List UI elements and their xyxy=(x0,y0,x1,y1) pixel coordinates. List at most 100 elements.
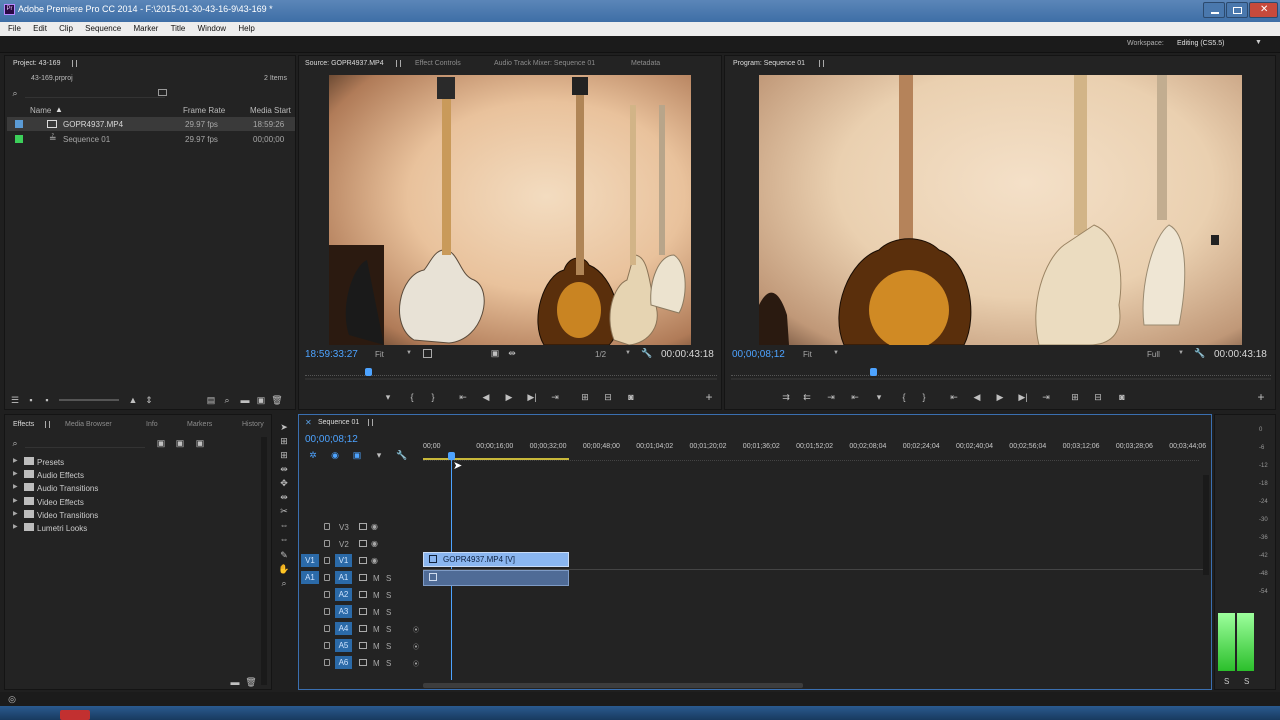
chevron-down-icon[interactable]: ▼ xyxy=(833,350,839,356)
menu-window[interactable]: Window xyxy=(198,22,226,36)
tab-effects[interactable]: Effects xyxy=(13,421,34,428)
tree-item-audio-effects[interactable]: ▶ Audio Effects xyxy=(11,469,211,481)
tab-effect-controls[interactable]: Effect Controls xyxy=(415,60,461,67)
drag-audio-icon[interactable]: ⇹ xyxy=(506,348,518,358)
mark-out-icon[interactable]: } xyxy=(918,392,930,402)
insert-icon[interactable]: ⊞ xyxy=(579,392,591,402)
chevron-down-icon[interactable]: ▼ xyxy=(1255,39,1262,46)
yuv-effects-icon[interactable]: ▣ xyxy=(194,438,206,448)
lock-icon[interactable] xyxy=(324,659,330,666)
panel-menu-icon[interactable] xyxy=(368,419,373,426)
sync-lock-icon[interactable] xyxy=(359,523,367,530)
menu-file[interactable]: File xyxy=(8,22,21,36)
tab-project[interactable]: Project: 43-169 xyxy=(13,60,60,67)
step-forward-icon[interactable]: ▶| xyxy=(1017,392,1029,402)
maximize-button[interactable] xyxy=(1226,2,1248,18)
effects-search-input[interactable] xyxy=(25,439,145,448)
expand-arrow-icon[interactable]: ▶ xyxy=(13,470,18,477)
timeline-vertical-scrollbar[interactable] xyxy=(1203,475,1209,575)
32bit-effects-icon[interactable]: ▣ xyxy=(174,438,186,448)
effects-scrollbar[interactable] xyxy=(261,437,267,685)
column-frame-rate[interactable]: Frame Rate xyxy=(183,106,225,115)
mute-button[interactable]: M xyxy=(373,659,380,668)
expand-arrow-icon[interactable]: ▶ xyxy=(13,523,18,530)
expand-arrow-icon[interactable]: ▶ xyxy=(13,457,18,464)
button-editor-icon[interactable]: + xyxy=(1255,391,1267,403)
mute-button[interactable]: M xyxy=(373,591,380,600)
go-to-in-icon[interactable]: ⇤ xyxy=(849,392,861,402)
column-media-start[interactable]: Media Start xyxy=(250,106,291,115)
menu-clip[interactable]: Clip xyxy=(59,22,73,36)
ripple-edit-tool-icon[interactable]: ⊞ xyxy=(278,450,290,460)
tab-metadata[interactable]: Metadata xyxy=(631,60,660,67)
rolling-edit-tool-icon[interactable]: ⇹ xyxy=(278,464,290,474)
source-fit-dropdown[interactable]: Fit xyxy=(375,350,384,359)
video-clip[interactable]: GOPR4937.MP4 [V] xyxy=(423,552,569,567)
mute-button[interactable]: M xyxy=(373,608,380,617)
hand-tool-icon[interactable]: ✎ xyxy=(278,550,290,560)
slide-tool-icon[interactable]: ⇔ xyxy=(278,520,290,530)
source-resolution[interactable]: 1/2 xyxy=(595,350,606,359)
go-to-in-icon[interactable]: ⇤ xyxy=(948,392,960,402)
icon-view-icon[interactable]: ▪ xyxy=(25,395,37,405)
razor-tool-icon[interactable]: ⇹ xyxy=(278,492,290,502)
project-item-row-sequence[interactable]: ≟ Sequence 01 29.97 fps 00;00;00 xyxy=(7,132,295,146)
source-time-ruler[interactable] xyxy=(305,368,717,376)
export-frame-icon[interactable]: ◙ xyxy=(625,392,637,402)
sort-order-icon[interactable]: ⇕ xyxy=(143,395,155,405)
sync-lock-icon[interactable] xyxy=(359,540,367,547)
panel-menu-icon[interactable] xyxy=(819,60,824,67)
track-target-a6[interactable]: A6 xyxy=(335,656,352,669)
rate-stretch-tool-icon[interactable]: ✥ xyxy=(278,478,290,488)
minimize-button[interactable] xyxy=(1203,2,1225,18)
trash-icon[interactable]: 🗑 xyxy=(271,395,283,405)
linked-selection-icon[interactable]: ◉ xyxy=(329,450,341,460)
snap-icon[interactable]: ✲ xyxy=(307,450,319,460)
sync-lock-icon[interactable] xyxy=(359,659,367,666)
automate-icon[interactable]: ▤ xyxy=(205,395,217,405)
freeform-view-icon[interactable]: ▪ xyxy=(41,395,53,405)
voice-over-record-icon[interactable]: ⦿ xyxy=(413,642,419,651)
sync-lock-icon[interactable] xyxy=(359,642,367,649)
lock-icon[interactable] xyxy=(324,625,330,632)
program-zoom-bar[interactable] xyxy=(731,378,1271,380)
tab-program[interactable]: Program: Sequence 01 xyxy=(733,60,805,67)
timeline-horizontal-scrollbar[interactable] xyxy=(423,683,803,688)
panel-menu-icon[interactable] xyxy=(72,60,77,67)
drag-video-icon[interactable]: ▣ xyxy=(489,348,501,358)
project-item-row-gopr[interactable]: GOPR4937.MP4 29.97 fps 18:59:26 xyxy=(7,117,295,131)
solo-left-button[interactable]: S xyxy=(1224,677,1229,686)
lock-icon[interactable] xyxy=(324,608,330,615)
close-tab-icon[interactable]: ✕ xyxy=(305,418,312,427)
tab-media-browser[interactable]: Media Browser xyxy=(65,421,112,428)
program-timecode[interactable]: 00;00;08;12 xyxy=(732,349,785,360)
track-target-a5[interactable]: A5 xyxy=(335,639,352,652)
chevron-down-icon[interactable]: ▼ xyxy=(1178,350,1184,356)
lock-icon[interactable] xyxy=(324,574,330,581)
eye-icon[interactable]: ◉ xyxy=(371,556,378,565)
find-icon[interactable]: ⌕ xyxy=(221,395,233,405)
step-back-icon[interactable]: ◀ xyxy=(971,392,983,402)
wrench-icon[interactable]: 🔧 xyxy=(396,450,408,460)
program-playhead[interactable] xyxy=(870,368,878,376)
new-bin-icon[interactable]: ▬ xyxy=(229,677,241,687)
audio-clip[interactable] xyxy=(423,570,569,586)
track-select-tool-icon[interactable]: ⊞ xyxy=(278,436,290,446)
menu-sequence[interactable]: Sequence xyxy=(85,22,121,36)
eye-icon[interactable]: ◉ xyxy=(371,522,378,531)
lock-icon[interactable] xyxy=(324,523,330,530)
program-resolution[interactable]: Full xyxy=(1147,350,1160,359)
source-patch-v1[interactable]: V1 xyxy=(301,554,319,567)
solo-button[interactable]: S xyxy=(386,591,391,600)
zoom-tool-icon[interactable]: ⌕ xyxy=(278,578,290,588)
project-search-input[interactable] xyxy=(25,89,165,98)
program-time-ruler[interactable] xyxy=(731,368,1271,376)
timeline-timecode[interactable]: 00;00;08;12 xyxy=(305,434,358,445)
expand-arrow-icon[interactable]: ▶ xyxy=(13,497,18,504)
play-icon[interactable]: ▶ xyxy=(503,392,515,402)
mark-in-icon[interactable]: { xyxy=(406,392,418,402)
lift-icon[interactable]: ⊞ xyxy=(1069,392,1081,402)
source-timecode[interactable]: 18:59:33:27 xyxy=(305,349,358,360)
add-marker-icon[interactable]: ▾ xyxy=(873,392,885,402)
source-zoom-bar[interactable] xyxy=(305,378,717,380)
